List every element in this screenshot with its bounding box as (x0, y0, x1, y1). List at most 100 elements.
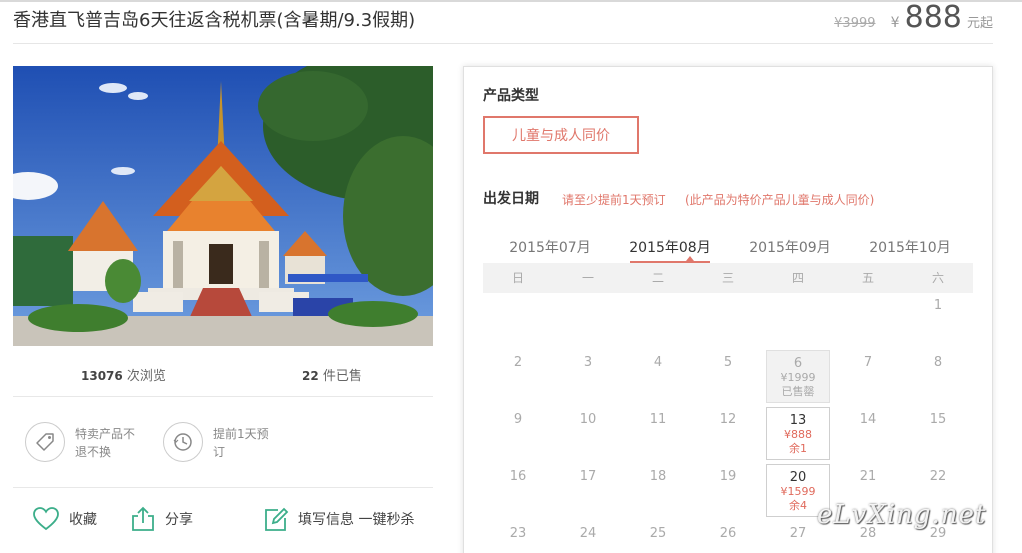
calendar-day: 15 (906, 407, 970, 460)
weekday-fri: 五 (861, 271, 874, 285)
calendar-day-number: 16 (509, 469, 527, 484)
product-type-label: 产品类型 (483, 88, 539, 104)
view-count-number: 13076 (81, 369, 123, 383)
page-title: 香港直飞普吉岛6天往返含税机票(含暑期/9.3假期) (13, 10, 416, 31)
booking-panel: 产品类型 儿童与成人同价 出发日期 请至少提前1天预订 (此产品为特价产品儿童与… (463, 66, 993, 553)
calendar-day-number: 13 (789, 413, 807, 428)
calendar-day: 5 (696, 350, 760, 403)
calendar-day-number: 8 (933, 355, 943, 370)
calendar-day-number: 4 (653, 355, 663, 370)
watermark: eLvXing.net (817, 500, 987, 530)
calendar-day: 24 (556, 521, 620, 553)
calendar-day-number: 1 (933, 298, 943, 313)
tab-month-2015-10[interactable]: 2015年10月 (850, 237, 970, 257)
calendar-day-stock: 已售罄 (781, 385, 815, 398)
calendar-day-number: 22 (929, 469, 947, 484)
calendar-day-number: 20 (789, 470, 807, 485)
view-count-label: 次浏览 (126, 369, 166, 384)
calendar-day: 8 (906, 350, 970, 403)
weekday-tue: 二 (651, 271, 664, 285)
sold-count: 22 件已售 (302, 365, 362, 384)
view-count: 13076 次浏览 (81, 365, 166, 384)
page-header: 香港直飞普吉岛6天往返含税机票(含暑期/9.3假期) ¥3999 ¥ 888 元… (13, 3, 993, 44)
calendar-day-number: 18 (649, 469, 667, 484)
calendar-day: 12 (696, 407, 760, 460)
fill-info-label: 填写信息 一键秒杀 (298, 512, 415, 528)
calendar-day-number: 21 (859, 469, 877, 484)
calendar-day-number: 24 (579, 526, 597, 541)
feature-advance-booking-text: 提前1天预订 (213, 427, 269, 459)
product-features: 特卖产品不退不换 提前1天预订 (13, 397, 433, 488)
departure-date-label: 出发日期 (483, 191, 539, 207)
month-tabs: 2015年07月 2015年08月 2015年09月 2015年10月 (483, 235, 973, 263)
calendar-day: 4 (626, 350, 690, 403)
calendar-day: 6 ¥1999 已售罄 (766, 350, 830, 403)
action-bar: 收藏 分享 填写信息 一键秒杀 (13, 502, 433, 542)
favorite-label: 收藏 (69, 512, 97, 528)
calendar-day: 2 (486, 350, 550, 403)
clock-icon (163, 422, 203, 462)
advance-booking-note: 请至少提前1天预订 (562, 193, 666, 207)
fill-info-button[interactable]: 填写信息 一键秒杀 (263, 506, 414, 532)
calendar-day-number: 7 (863, 355, 873, 370)
weekday-sat: 六 (931, 271, 944, 285)
product-type-option[interactable]: 儿童与成人同价 (483, 116, 639, 154)
calendar-day: 17 (556, 464, 620, 517)
calendar-day: 16 (486, 464, 550, 517)
calendar-day: 10 (556, 407, 620, 460)
calendar-day: 19 (696, 464, 760, 517)
calendar-day: 23 (486, 521, 550, 553)
calendar-day-number: 26 (719, 526, 737, 541)
original-price: ¥3999 (834, 16, 876, 31)
calendar-day-number: 11 (649, 412, 667, 427)
weekday-thu: 四 (791, 271, 804, 285)
favorite-button[interactable]: 收藏 (32, 506, 97, 532)
calendar-day-number: 3 (583, 355, 593, 370)
same-price-note: (此产品为特价产品儿童与成人同价) (685, 193, 875, 207)
top-divider (0, 0, 1022, 2)
tab-month-2015-07[interactable]: 2015年07月 (490, 237, 610, 257)
sold-count-label: 件已售 (322, 369, 362, 384)
tab-month-2015-08[interactable]: 2015年08月 (610, 237, 730, 257)
weekday-wed: 三 (721, 271, 734, 285)
share-label: 分享 (165, 512, 193, 528)
calendar-day-price: ¥888 (784, 428, 812, 441)
feature-advance-booking: 提前1天预订 (163, 422, 277, 462)
feature-no-refund-text: 特卖产品不退不换 (75, 427, 136, 459)
calendar-day-number: 19 (719, 469, 737, 484)
calendar-day-stock: 余1 (789, 442, 807, 455)
calendar-day: 18 (626, 464, 690, 517)
calendar-day-number: 9 (513, 412, 523, 427)
weekday-mon: 一 (581, 271, 594, 285)
heart-icon (33, 507, 59, 531)
calendar-day: 1 (906, 293, 970, 346)
calendar-day: 11 (626, 407, 690, 460)
calendar-day-number: 17 (579, 469, 597, 484)
calendar-day-number: 23 (509, 526, 527, 541)
product-photo[interactable] (13, 66, 433, 346)
price-box: ¥3999 ¥ 888 元起 (834, 3, 993, 33)
calendar-day: 7 (836, 350, 900, 403)
calendar-day: 25 (626, 521, 690, 553)
currency-symbol: ¥ (890, 15, 900, 31)
edit-icon (265, 507, 289, 531)
calendar-day-number: 5 (723, 355, 733, 370)
calendar-day-price: ¥1999 (780, 371, 816, 384)
calendar-day-number: 25 (649, 526, 667, 541)
weekday-sun: 日 (511, 271, 524, 285)
current-price: 888 (904, 0, 962, 35)
calendar-day-number: 12 (719, 412, 737, 427)
calendar-day-number: 15 (929, 412, 947, 427)
share-button[interactable]: 分享 (130, 506, 193, 532)
calendar-day[interactable]: 13 ¥888 余1 (766, 407, 830, 460)
calendar-day-number: 10 (579, 412, 597, 427)
calendar-day-price: ¥1599 (780, 485, 816, 498)
share-icon (132, 506, 154, 531)
weekday-header: 日 一 二 三 四 五 六 (483, 263, 973, 293)
sold-count-number: 22 (302, 369, 319, 383)
calendar-day: 14 (836, 407, 900, 460)
calendar-day-number: 14 (859, 412, 877, 427)
calendar-day-number: 6 (793, 356, 803, 371)
product-stats: 13076 次浏览 22 件已售 (13, 355, 433, 397)
tab-month-2015-09[interactable]: 2015年09月 (730, 237, 850, 257)
